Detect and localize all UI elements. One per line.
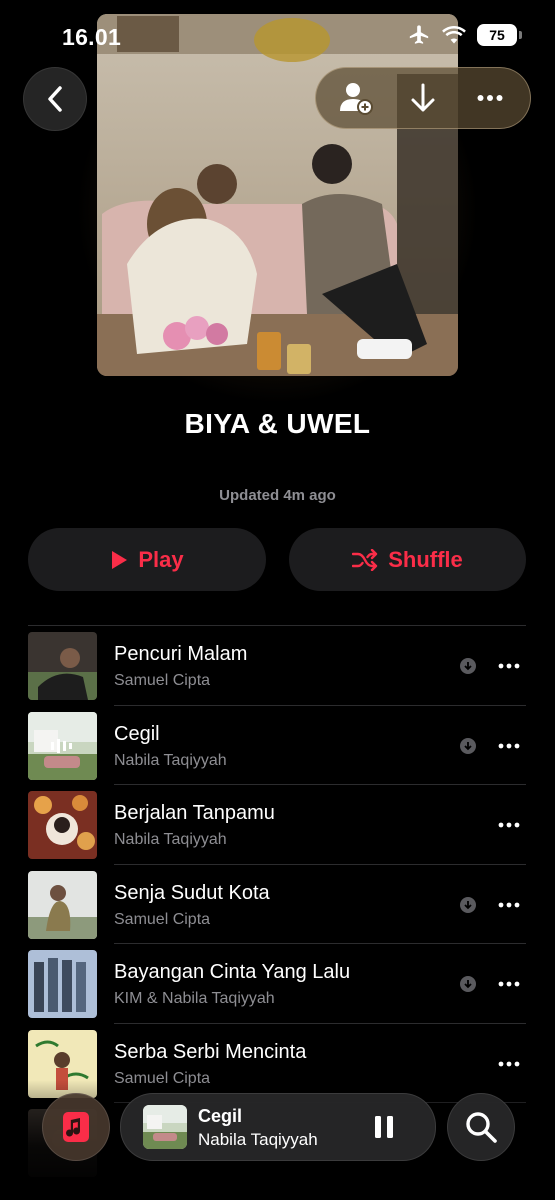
song-artwork bbox=[28, 870, 97, 939]
play-icon bbox=[112, 550, 128, 569]
playlist-actions bbox=[315, 67, 531, 129]
song-row[interactable]: Senja Sudut Kota Samuel Cipta bbox=[28, 865, 526, 944]
ellipsis-icon bbox=[477, 95, 503, 101]
downloaded-icon bbox=[460, 976, 476, 992]
song-row[interactable]: Pencuri Malam Samuel Cipta bbox=[28, 626, 526, 706]
wifi-icon bbox=[442, 26, 466, 44]
status-time: 16.01 bbox=[62, 24, 122, 50]
song-artwork bbox=[28, 791, 97, 859]
song-title: Cegil bbox=[114, 722, 160, 745]
song-title: Pencuri Malam bbox=[114, 643, 248, 665]
more-options-button[interactable] bbox=[463, 71, 517, 125]
song-more-icon[interactable] bbox=[498, 736, 520, 756]
song-title: Serba Serbi Mencinta bbox=[114, 1040, 307, 1063]
song-artist: Samuel Cipta bbox=[114, 910, 211, 928]
library-button[interactable] bbox=[42, 1093, 110, 1161]
song-artist: Nabila Taqiyyah bbox=[114, 751, 227, 769]
song-row[interactable]: Berjalan Tanpamu Nabila Taqiyyah bbox=[28, 785, 526, 865]
play-button[interactable]: Play bbox=[28, 528, 266, 591]
mini-player-title: Cegil bbox=[198, 1106, 243, 1126]
back-button[interactable] bbox=[23, 67, 87, 131]
airplane-icon bbox=[409, 25, 429, 44]
mini-player-artist: Nabila Taqiyyah bbox=[198, 1130, 318, 1149]
add-contributor-button[interactable] bbox=[329, 71, 383, 125]
song-artist: KIM & Nabila Taqiyyah bbox=[114, 990, 275, 1007]
updated-label: Updated 4m ago bbox=[219, 487, 336, 504]
pause-icon[interactable] bbox=[373, 1115, 395, 1139]
downloaded-icon bbox=[460, 737, 476, 754]
song-artist: Nabila Taqiyyah bbox=[114, 831, 227, 848]
battery-indicator: 75 bbox=[477, 24, 522, 46]
song-artwork bbox=[28, 950, 97, 1018]
shuffle-icon bbox=[352, 548, 378, 571]
song-row[interactable]: Cegil Nabila Taqiyyah bbox=[28, 706, 526, 785]
song-row[interactable]: Bayangan Cinta Yang Lalu KIM & Nabila Ta… bbox=[28, 944, 526, 1024]
music-note-icon bbox=[63, 1112, 89, 1142]
download-button[interactable] bbox=[396, 71, 450, 125]
song-artwork bbox=[28, 632, 97, 700]
arrow-down-icon bbox=[411, 83, 435, 112]
status-bar: 16.01 75 bbox=[0, 0, 555, 70]
status-icons: 75 bbox=[407, 24, 522, 46]
downloaded-icon bbox=[460, 658, 476, 674]
playlist-title: BIYA & UWEL bbox=[184, 408, 371, 439]
downloaded-icon bbox=[460, 896, 476, 913]
song-artwork bbox=[28, 711, 97, 780]
now-playing-icon bbox=[51, 738, 72, 753]
chevron-left-icon bbox=[48, 86, 62, 112]
person-plus-icon bbox=[339, 83, 373, 115]
search-button[interactable] bbox=[447, 1093, 515, 1161]
song-more-icon[interactable] bbox=[498, 1054, 520, 1074]
song-more-icon[interactable] bbox=[498, 656, 520, 676]
magnifier-icon bbox=[466, 1112, 497, 1143]
song-title: Bayangan Cinta Yang Lalu bbox=[114, 961, 351, 983]
song-title: Berjalan Tanpamu bbox=[114, 802, 275, 824]
shuffle-button[interactable]: Shuffle bbox=[289, 528, 526, 591]
play-button-label: Play bbox=[138, 546, 184, 572]
shuffle-button-label: Shuffle bbox=[388, 546, 463, 572]
mini-player-artwork bbox=[143, 1105, 187, 1149]
song-artist: Samuel Cipta bbox=[114, 672, 211, 689]
song-more-icon[interactable] bbox=[498, 895, 520, 915]
mini-player[interactable]: Cegil Nabila Taqiyyah bbox=[120, 1093, 436, 1161]
song-title: Senja Sudut Kota bbox=[114, 881, 270, 904]
song-more-icon[interactable] bbox=[498, 815, 520, 835]
song-more-icon[interactable] bbox=[498, 974, 520, 994]
